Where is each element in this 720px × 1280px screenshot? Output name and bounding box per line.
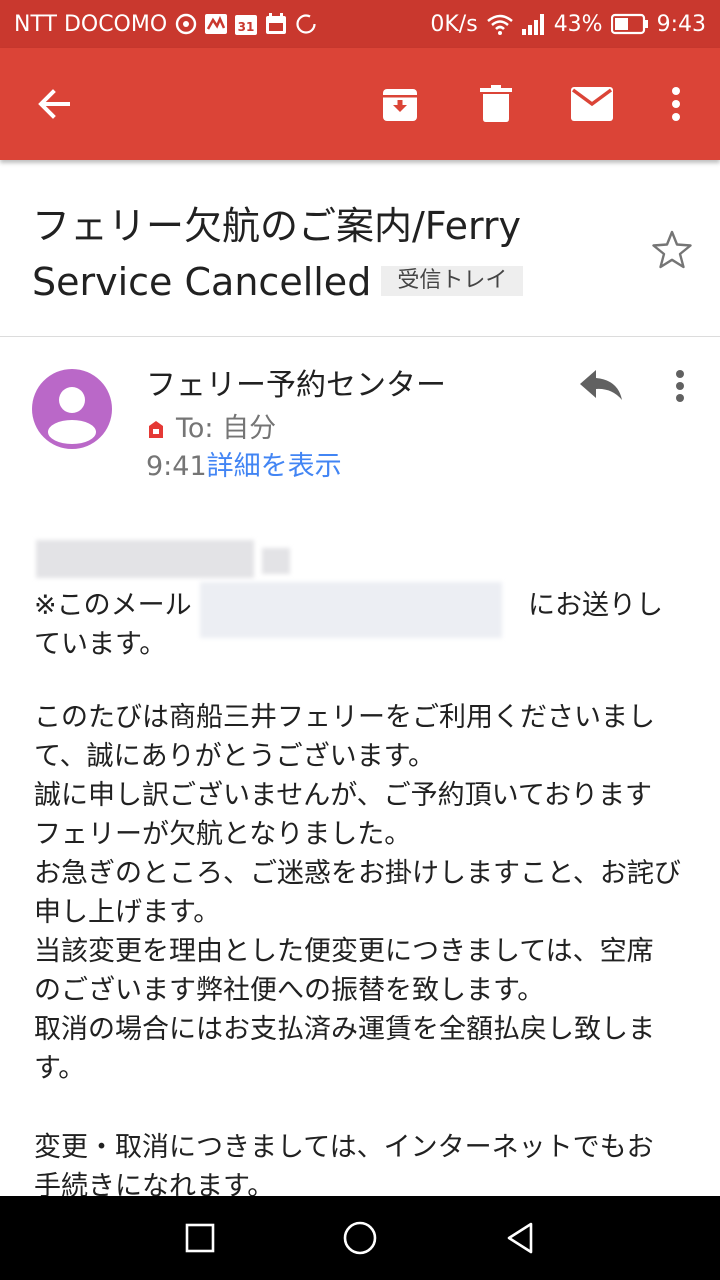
system-nav-bar bbox=[0, 1196, 720, 1280]
calendar-31-icon: 31 bbox=[235, 13, 258, 35]
email-body-paragraph-1: このたびは商船三井フェリーをご利用くださいまし て、誠にありがとうございます。 … bbox=[34, 702, 681, 1084]
triangle-back-icon bbox=[507, 1222, 533, 1254]
email-subject: フェリー欠航のご案内/Ferry Service Cancelled 受信トレイ bbox=[32, 198, 632, 310]
more-options-button[interactable] bbox=[648, 76, 704, 132]
email-note-end: にお送りし bbox=[528, 590, 663, 621]
mail-icon bbox=[571, 87, 613, 121]
home-button[interactable] bbox=[336, 1214, 384, 1262]
square-icon bbox=[185, 1223, 215, 1253]
sender-avatar[interactable] bbox=[32, 369, 112, 449]
email-note-start: ※このメール bbox=[34, 590, 192, 621]
archive-button[interactable] bbox=[372, 76, 428, 132]
message-more-button[interactable] bbox=[662, 364, 698, 408]
reply-button[interactable] bbox=[578, 366, 624, 406]
security-lock-icon bbox=[149, 421, 163, 438]
carrier-name: NTT DOCOMO bbox=[14, 11, 168, 37]
reply-icon bbox=[580, 370, 622, 400]
back-nav-button[interactable] bbox=[496, 1214, 544, 1262]
sync-icon bbox=[175, 13, 197, 35]
trash-icon bbox=[480, 85, 512, 122]
battery-percent: 43% bbox=[553, 11, 603, 37]
loading-circle-icon bbox=[295, 13, 317, 35]
net-speed: 0K/s bbox=[430, 11, 478, 37]
circle-icon bbox=[343, 1221, 377, 1255]
svg-text:31: 31 bbox=[238, 20, 255, 34]
dots-vertical-icon bbox=[676, 370, 684, 402]
subject-line-1: フェリー欠航のご案内/Ferry bbox=[32, 204, 522, 248]
email-note-line2: ています。 bbox=[34, 629, 167, 660]
status-bar: NTT DOCOMO 31 0K/s 43% 9:43 bbox=[0, 0, 720, 48]
calendar-icon bbox=[265, 13, 287, 35]
show-details-link[interactable]: 詳細を表示 bbox=[207, 451, 342, 482]
back-button[interactable] bbox=[26, 76, 82, 132]
signal-icon bbox=[521, 13, 546, 35]
sender-name[interactable]: フェリー予約センター bbox=[146, 366, 446, 406]
battery-icon bbox=[610, 13, 649, 35]
app-toolbar bbox=[0, 48, 720, 160]
header-divider bbox=[0, 336, 720, 337]
recents-button[interactable] bbox=[176, 1214, 224, 1262]
subject-line-2: Service Cancelled bbox=[32, 260, 372, 304]
sent-time: 9:41 bbox=[146, 451, 207, 482]
mark-unread-button[interactable] bbox=[564, 76, 620, 132]
recipient-text: To: 自分 bbox=[176, 413, 277, 444]
star-button[interactable] bbox=[650, 228, 694, 272]
delete-button[interactable] bbox=[468, 76, 524, 132]
wifi-icon bbox=[486, 13, 514, 35]
dots-vertical-icon bbox=[672, 87, 680, 121]
time-and-details: 9:41詳細を表示 bbox=[146, 448, 342, 486]
recipient-line: To: 自分 bbox=[146, 410, 276, 448]
redacted-area bbox=[36, 540, 254, 578]
person-icon bbox=[48, 387, 96, 444]
chart-app-icon bbox=[205, 14, 228, 34]
arrow-left-icon bbox=[38, 89, 70, 119]
clock: 9:43 bbox=[656, 11, 706, 37]
star-icon bbox=[652, 230, 692, 269]
archive-icon bbox=[383, 89, 417, 121]
redacted-area bbox=[262, 548, 290, 574]
email-body-paragraph-2: 変更・取消につきましては、インターネットでもお 手続きになれます。 bbox=[34, 1132, 654, 1202]
inbox-label-chip[interactable]: 受信トレイ bbox=[381, 266, 524, 296]
